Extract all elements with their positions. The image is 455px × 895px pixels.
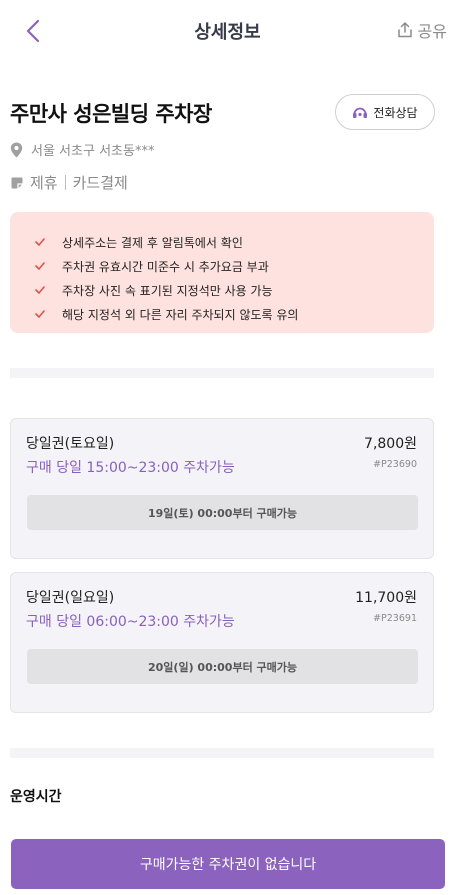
check-icon: [35, 238, 45, 246]
share-button[interactable]: 공유: [396, 18, 447, 42]
address-row: 서울 서초구 서초동***: [10, 140, 154, 159]
ticket-card[interactable]: 당일권(일요일) 11,700원 구매 당일 06:00~23:00 주차가능 …: [10, 572, 434, 713]
share-label: 공유: [417, 22, 447, 41]
check-icon: [35, 310, 45, 318]
ticket-time: 구매 당일 06:00~23:00 주차가능: [26, 614, 235, 630]
notice-item: 주차장 사진 속 표기된 지정석만 사용 가능: [34, 278, 434, 302]
ticket-code: #P23691: [373, 613, 417, 624]
section-divider: [10, 368, 434, 378]
address-text: 서울 서초구 서초동***: [31, 144, 155, 159]
notice-box: 상세주소는 결제 후 알림톡에서 확인 주차권 유효시간 미준수 시 추가요금 …: [10, 212, 434, 333]
purchase-button[interactable]: 구매가능한 주차권이 없습니다: [11, 839, 445, 889]
top-bar: 상세정보 공유: [0, 0, 455, 62]
notice-item: 해당 지정석 외 다른 자리 주차되지 않도록 유의: [34, 302, 434, 326]
ticket-price: 7,800원: [364, 436, 417, 452]
lot-name: 주만사 성은빌딩 주차장: [10, 102, 212, 126]
notice-text: 해당 지정석 외 다른 자리 주차되지 않도록 유의: [62, 307, 299, 322]
check-icon: [35, 262, 45, 270]
ticket-price: 11,700원: [355, 590, 417, 606]
page-title: 상세정보: [194, 22, 261, 43]
tag-divider: [64, 175, 66, 190]
ticket-card[interactable]: 당일권(토요일) 7,800원 구매 당일 15:00~23:00 주차가능 #…: [10, 418, 434, 559]
notice-item: 주차권 유효시간 미준수 시 추가요금 부과: [34, 254, 434, 278]
tag-card-payment: 카드결제: [72, 174, 128, 192]
tag-row: 제휴 카드결제: [10, 172, 128, 193]
headset-icon: [353, 107, 368, 118]
tag-partner: 제휴: [30, 174, 58, 192]
section-divider: [10, 748, 434, 758]
notice-text: 주차장 사진 속 표기된 지정석만 사용 가능: [62, 283, 273, 298]
ticket-availability-button[interactable]: 19일(토) 00:00부터 구매가능: [27, 495, 418, 530]
ticket-availability-button[interactable]: 20일(일) 00:00부터 구매가능: [27, 649, 418, 684]
notice-item: 상세주소는 결제 후 알림톡에서 확인: [34, 230, 434, 254]
notice-text: 상세주소는 결제 후 알림톡에서 확인: [62, 235, 243, 250]
operating-hours-title: 운영시간: [10, 789, 62, 805]
tag-icon: [11, 177, 23, 188]
ticket-code: #P23690: [373, 459, 417, 470]
phone-consult-button[interactable]: 전화상담: [335, 94, 435, 130]
lot-title-row: 주만사 성은빌딩 주차장 전화상담: [10, 94, 435, 130]
share-icon: [397, 22, 412, 38]
phone-consult-label: 전화상담: [373, 105, 418, 120]
check-icon: [35, 286, 45, 294]
ticket-time: 구매 당일 15:00~23:00 주차가능: [26, 460, 235, 476]
ticket-name: 당일권(토요일): [26, 436, 115, 452]
ticket-name: 당일권(일요일): [26, 590, 115, 606]
location-pin-icon: [10, 142, 23, 157]
notice-text: 주차권 유효시간 미준수 시 추가요금 부과: [62, 259, 269, 274]
